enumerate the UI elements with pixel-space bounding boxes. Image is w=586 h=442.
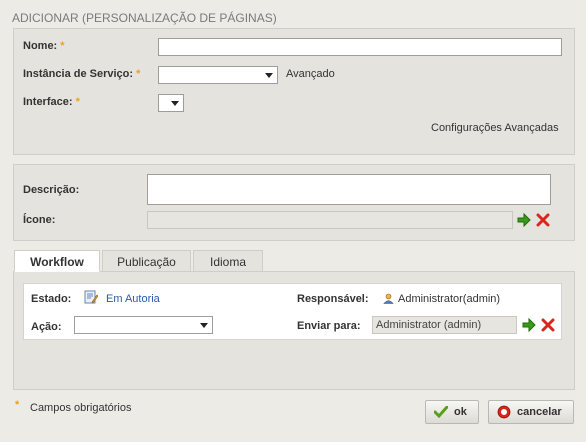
remove-icon[interactable] <box>536 213 550 227</box>
responsavel-value: Administrator(admin) <box>398 293 501 305</box>
icone-input <box>147 211 513 229</box>
interface-label: Interface: * <box>23 96 80 108</box>
chevron-down-icon <box>171 101 179 106</box>
required-asterisk: * <box>15 399 20 411</box>
estado-value: Em Autoria <box>106 293 160 305</box>
instancia-select[interactable] <box>158 66 278 84</box>
avancado-label: Avançado <box>286 68 335 80</box>
responsavel-label: Responsável: <box>297 293 369 305</box>
remove-icon[interactable] <box>541 318 555 332</box>
icone-label: Ícone: <box>23 214 56 226</box>
chevron-down-icon <box>200 323 208 328</box>
tab-workflow[interactable]: Workflow <box>14 250 100 272</box>
tab-label: Idioma <box>209 255 247 269</box>
tab-publicacao[interactable]: Publicação <box>102 250 191 272</box>
nome-label: Nome: * <box>23 40 65 52</box>
enviar-para-input: Administrator (admin) <box>372 316 517 334</box>
descricao-input[interactable] <box>147 174 551 205</box>
enviar-para-label: Enviar para: <box>297 320 361 332</box>
descricao-label: Descrição: <box>23 184 80 196</box>
instancia-label: Instância de Serviço: * <box>23 68 141 80</box>
page-title: ADICIONAR (PERSONALIZAÇÃO DE PÁGINAS) <box>12 11 277 25</box>
acao-select[interactable] <box>74 316 213 334</box>
required-note: Campos obrigatórios <box>30 402 132 414</box>
tab-idioma[interactable]: Idioma <box>193 250 263 272</box>
ok-button[interactable]: ok <box>425 400 479 424</box>
configuracoes-avancadas-link[interactable]: Configurações Avançadas <box>431 122 559 134</box>
tab-label: Workflow <box>30 255 84 269</box>
go-arrow-icon[interactable] <box>517 213 531 227</box>
enviar-para-value: Administrator (admin) <box>376 319 482 331</box>
interface-select[interactable] <box>158 94 184 112</box>
document-edit-icon <box>84 290 98 304</box>
cancel-label: cancelar <box>517 406 562 418</box>
cancel-button[interactable]: cancelar <box>488 400 574 424</box>
nome-input[interactable] <box>158 38 562 56</box>
estado-label: Estado: <box>31 293 72 305</box>
user-icon <box>383 293 394 304</box>
check-icon <box>434 406 448 418</box>
ok-label: ok <box>454 406 467 418</box>
chevron-down-icon <box>265 73 273 78</box>
acao-label: Ação: <box>31 321 62 333</box>
cancel-icon <box>497 405 511 419</box>
go-arrow-icon[interactable] <box>522 318 536 332</box>
tab-label: Publicação <box>117 255 176 269</box>
